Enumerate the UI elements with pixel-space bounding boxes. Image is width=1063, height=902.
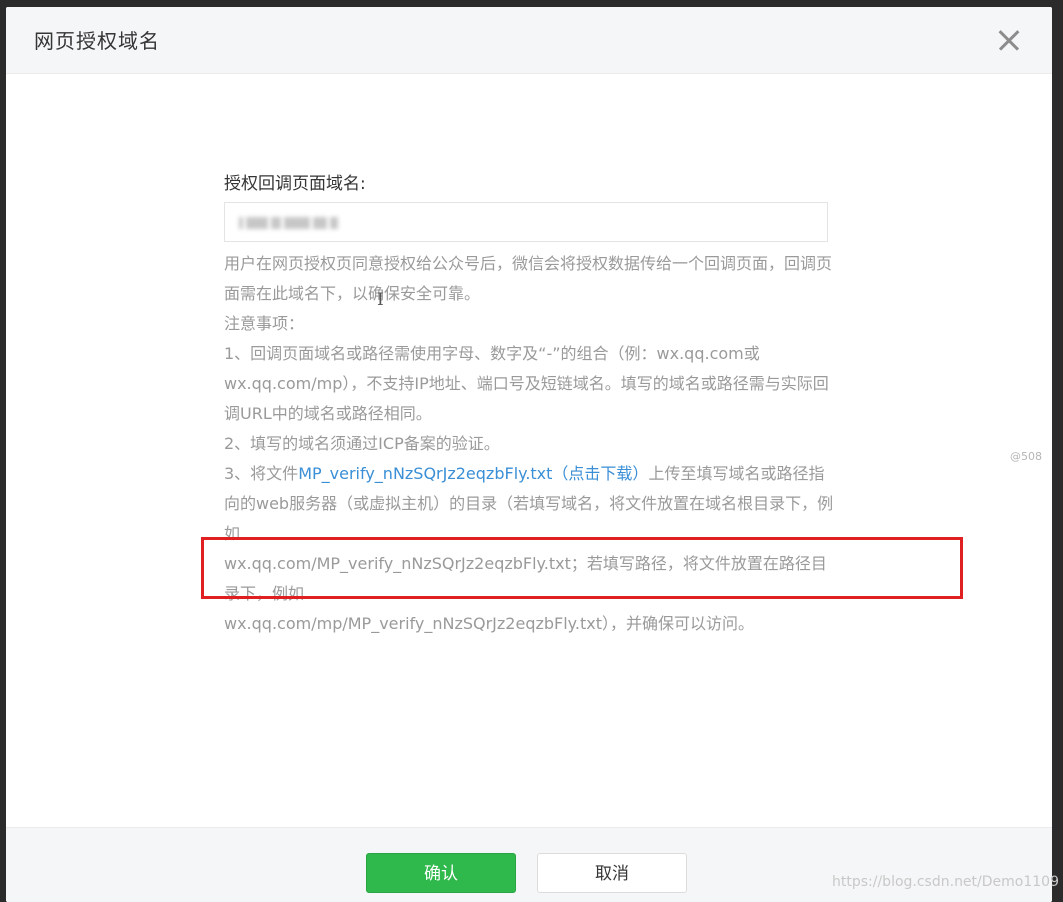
red-highlight-box	[201, 537, 963, 599]
dialog-title: 网页授权域名	[34, 29, 160, 53]
dialog-header: 网页授权域名	[6, 7, 1052, 74]
note-2: 2、填写的域名须通过ICP备案的验证。	[224, 434, 500, 453]
notes-title: 注意事项：	[224, 314, 305, 333]
csdn-watermark: https://blog.csdn.net/Demo1109	[832, 874, 1059, 890]
description-para: 用户在网页授权页同意授权给公众号后，微信会将授权数据传给一个回调页面，回调页面需…	[224, 254, 833, 303]
confirm-button[interactable]: 确认	[366, 853, 516, 893]
domain-field-label: 授权回调页面域名:	[224, 174, 366, 194]
download-file-link[interactable]: MP_verify_nNzSQrJz2eqzbFly.txt（点击下载）	[298, 464, 648, 483]
note-1: 1、回调页面域名或路径需使用字母、数字及“-”的组合（例：wx.qq.com或w…	[224, 344, 829, 423]
dialog-footer: 确认 取消	[6, 827, 1052, 902]
close-icon[interactable]	[992, 23, 1026, 57]
obscured-input-value	[239, 215, 367, 231]
cancel-button[interactable]: 取消	[537, 853, 687, 893]
note-3-example-2: wx.qq.com/mp/MP_verify_nNzSQrJz2eqzbFly.…	[224, 614, 754, 633]
note-3: 3、将文件MP_verify_nNzSQrJz2eqzbFly.txt（点击下载…	[224, 459, 836, 549]
side-watermark: @508	[1010, 450, 1042, 463]
note-3-prefix: 3、将文件	[224, 464, 299, 483]
auth-domain-dialog: 网页授权域名 授权回调页面域名: 用户在网页授权页同意授权给公众号后，微信会将授…	[6, 7, 1052, 902]
text-cursor-icon: I	[377, 290, 384, 310]
domain-input[interactable]	[224, 202, 828, 242]
